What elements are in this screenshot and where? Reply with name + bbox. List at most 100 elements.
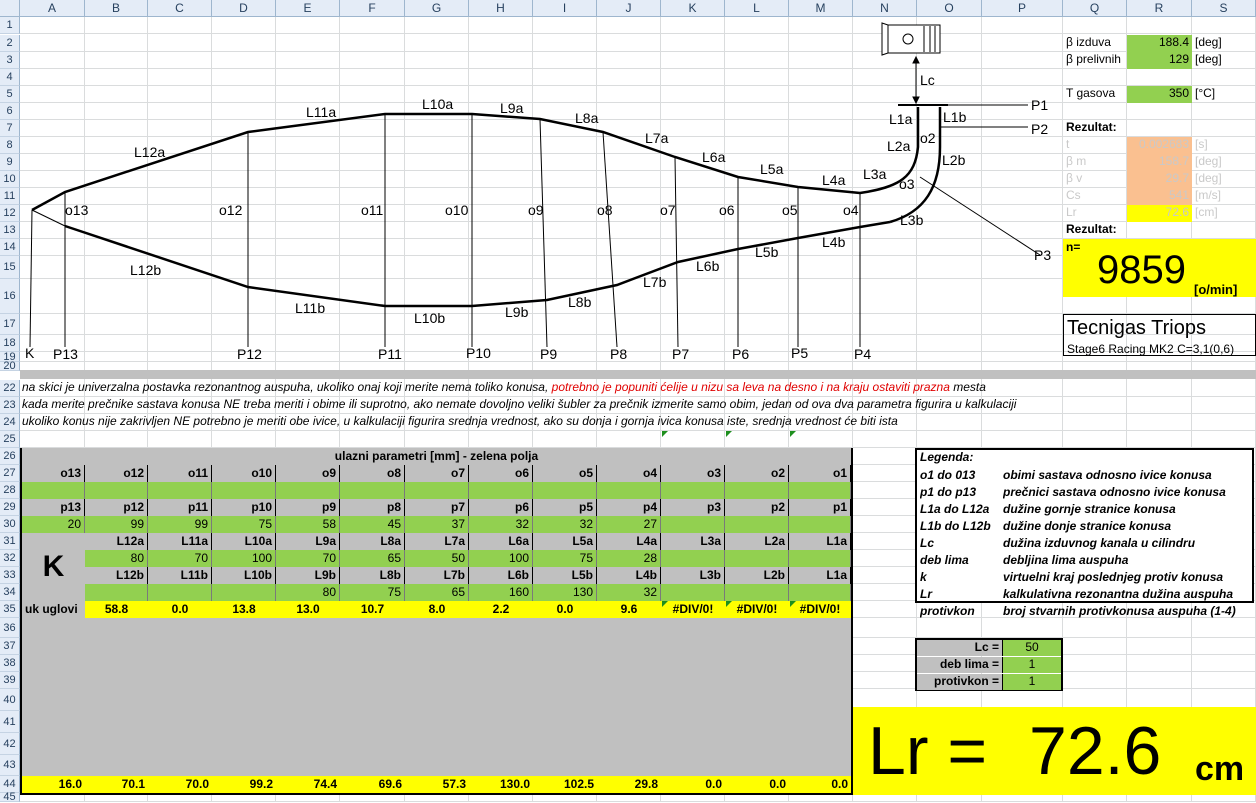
input-lb-12[interactable] xyxy=(85,584,148,601)
row-header-41[interactable]: 41 xyxy=(0,711,20,733)
column-header-I[interactable]: I xyxy=(533,0,597,17)
row-header-39[interactable]: 39 xyxy=(0,672,20,689)
column-header-S[interactable]: S xyxy=(1192,0,1256,17)
input-o8[interactable] xyxy=(340,482,405,499)
row-header-33[interactable]: 33 xyxy=(0,567,20,584)
input-lb-11[interactable] xyxy=(148,584,212,601)
column-header-P[interactable]: P xyxy=(982,0,1063,17)
input-lb-10[interactable] xyxy=(212,584,276,601)
select-all-corner[interactable] xyxy=(0,0,20,17)
row-header-4[interactable]: 4 xyxy=(0,69,20,86)
row-header-5[interactable]: 5 xyxy=(0,86,20,103)
column-header-G[interactable]: G xyxy=(405,0,469,17)
row-header-42[interactable]: 42 xyxy=(0,733,20,755)
row-header-7[interactable]: 7 xyxy=(0,120,20,137)
row-header-29[interactable]: 29 xyxy=(0,499,20,516)
row-header-23[interactable]: 23 xyxy=(0,397,20,414)
row-header-1[interactable]: 1 xyxy=(0,17,20,34)
input-o7[interactable] xyxy=(405,482,469,499)
column-header-Q[interactable]: Q xyxy=(1063,0,1127,17)
input-o3[interactable] xyxy=(661,482,725,499)
input-o4[interactable] xyxy=(597,482,661,499)
input-lb-4[interactable]: 32 xyxy=(597,584,661,601)
row-header-31[interactable]: 31 xyxy=(0,533,20,550)
row-header-26[interactable]: 26 xyxy=(0,448,20,465)
input-o6[interactable] xyxy=(469,482,533,499)
input-p12[interactable]: 99 xyxy=(85,516,148,533)
column-header-D[interactable]: D xyxy=(212,0,276,17)
input-p6[interactable]: 32 xyxy=(469,516,533,533)
beta-prelivnih-input[interactable]: 129 xyxy=(1127,52,1192,69)
input-lb-5[interactable]: 130 xyxy=(533,584,597,601)
row-header-45[interactable]: 45 xyxy=(0,792,20,803)
row-header-12[interactable]: 12 xyxy=(0,205,20,222)
column-header-J[interactable]: J xyxy=(597,0,661,17)
input-lb-2[interactable] xyxy=(725,584,789,601)
input-o1[interactable] xyxy=(789,482,851,499)
row-header-43[interactable]: 43 xyxy=(0,755,20,776)
row-header-37[interactable]: 37 xyxy=(0,638,20,655)
input-p11[interactable]: 99 xyxy=(148,516,212,533)
row-header-15[interactable]: 15 xyxy=(0,256,20,279)
input-o5[interactable] xyxy=(533,482,597,499)
row-header-18[interactable]: 18 xyxy=(0,335,20,352)
input-lb-1[interactable] xyxy=(789,584,851,601)
row-header-17[interactable]: 17 xyxy=(0,314,20,335)
input-L9a[interactable]: 70 xyxy=(276,550,340,567)
column-header-C[interactable]: C xyxy=(148,0,212,17)
column-header-O[interactable]: O xyxy=(917,0,982,17)
row-header-34[interactable]: 34 xyxy=(0,584,20,601)
input-p3[interactable] xyxy=(661,516,725,533)
input-p10[interactable]: 75 xyxy=(212,516,276,533)
protivkon-input[interactable]: 1 xyxy=(1002,674,1061,690)
input-lb-9[interactable]: 80 xyxy=(276,584,340,601)
row-header-40[interactable]: 40 xyxy=(0,689,20,711)
column-header-M[interactable]: M xyxy=(789,0,853,17)
row-header-8[interactable]: 8 xyxy=(0,137,20,154)
input-lb-6[interactable]: 160 xyxy=(469,584,533,601)
input-L10a[interactable]: 100 xyxy=(212,550,276,567)
input-p13[interactable]: 20 xyxy=(22,516,85,533)
row-header-22[interactable]: 22 xyxy=(0,380,20,397)
row-header-10[interactable]: 10 xyxy=(0,171,20,188)
t-gasova-input[interactable]: 350 xyxy=(1127,86,1192,103)
column-header-N[interactable]: N xyxy=(853,0,917,17)
column-header-E[interactable]: E xyxy=(276,0,340,17)
input-o13[interactable] xyxy=(22,482,85,499)
column-header-H[interactable]: H xyxy=(469,0,533,17)
column-header-L[interactable]: L xyxy=(725,0,789,17)
lc-input[interactable]: 50 xyxy=(1002,640,1061,656)
input-p8[interactable]: 45 xyxy=(340,516,405,533)
row-header-36[interactable]: 36 xyxy=(0,618,20,638)
input-L7a[interactable]: 50 xyxy=(405,550,469,567)
column-header-R[interactable]: R xyxy=(1127,0,1192,17)
input-L1a[interactable] xyxy=(789,550,851,567)
input-o2[interactable] xyxy=(725,482,789,499)
row-header-11[interactable]: 11 xyxy=(0,188,20,205)
input-lb-8[interactable]: 75 xyxy=(340,584,405,601)
row-header-14[interactable]: 14 xyxy=(0,239,20,256)
input-L8a[interactable]: 65 xyxy=(340,550,405,567)
row-header-35[interactable]: 35 xyxy=(0,601,20,618)
column-header-A[interactable]: A xyxy=(20,0,85,17)
input-L11a[interactable]: 70 xyxy=(148,550,212,567)
column-header-B[interactable]: B xyxy=(85,0,148,17)
input-lb-7[interactable]: 65 xyxy=(405,584,469,601)
input-o10[interactable] xyxy=(212,482,276,499)
row-header-9[interactable]: 9 xyxy=(0,154,20,171)
input-p2[interactable] xyxy=(725,516,789,533)
input-p5[interactable]: 32 xyxy=(533,516,597,533)
beta-izduva-input[interactable]: 188.4 xyxy=(1127,35,1192,52)
input-L2a[interactable] xyxy=(725,550,789,567)
row-header-38[interactable]: 38 xyxy=(0,655,20,672)
column-header-F[interactable]: F xyxy=(340,0,405,17)
row-header-27[interactable]: 27 xyxy=(0,465,20,482)
input-p4[interactable]: 27 xyxy=(597,516,661,533)
input-L6a[interactable]: 100 xyxy=(469,550,533,567)
row-header-32[interactable]: 32 xyxy=(0,550,20,567)
row-header-2[interactable]: 2 xyxy=(0,35,20,52)
input-p1[interactable] xyxy=(789,516,851,533)
row-header-16[interactable]: 16 xyxy=(0,279,20,314)
input-o12[interactable] xyxy=(85,482,148,499)
input-o9[interactable] xyxy=(276,482,340,499)
